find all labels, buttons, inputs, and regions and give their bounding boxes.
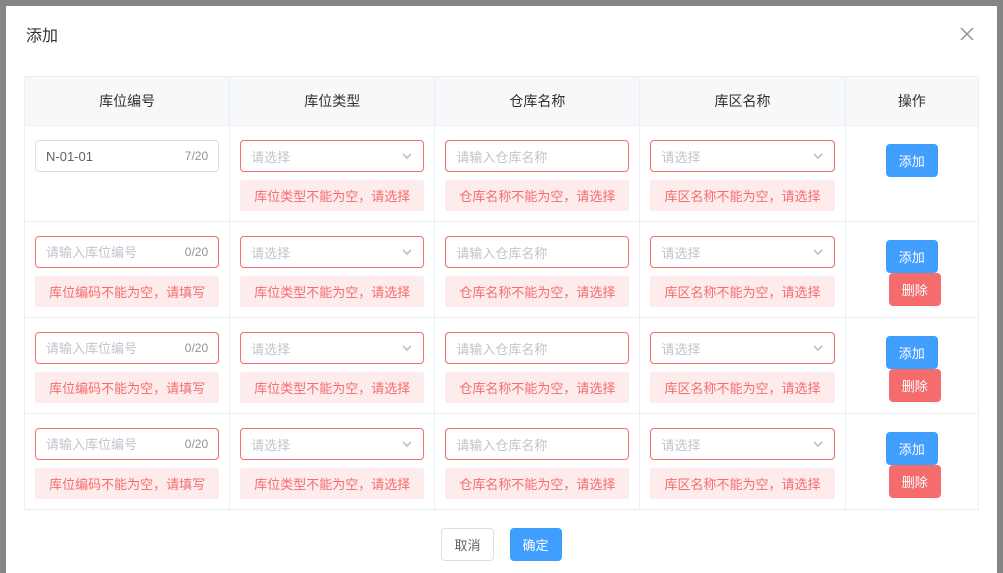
wh-placeholder: 请输入仓库名称	[456, 339, 618, 358]
locations-table: 库位编号 库位类型 仓库名称 库区名称 操作 7/20	[24, 76, 979, 510]
modal-footer: 取消 确定	[24, 510, 979, 561]
wh-error: 仓库名称不能为空，请选择	[445, 468, 629, 499]
code-input-wrapper[interactable]: 0/20	[35, 428, 219, 460]
code-input[interactable]	[46, 149, 181, 164]
add-row-button[interactable]: 添加	[886, 144, 938, 177]
th-code: 库位编号	[25, 77, 230, 126]
select-placeholder: 请选择	[251, 147, 401, 166]
warehouse-input[interactable]: 请输入仓库名称	[445, 140, 629, 172]
wh-error: 仓库名称不能为空，请选择	[445, 372, 629, 403]
th-type: 库位类型	[230, 77, 435, 126]
add-row-button[interactable]: 添加	[886, 240, 938, 273]
code-error: 库位编码不能为空，请填写	[35, 276, 219, 307]
chevron-down-icon	[401, 342, 413, 354]
table-row: 0/20 库位编码不能为空，请填写 请选择 库位类型不能为空，请选择 请输	[25, 414, 979, 510]
wh-placeholder: 请输入仓库名称	[456, 243, 618, 262]
select-placeholder: 请选择	[251, 243, 401, 262]
close-button[interactable]	[957, 24, 977, 44]
modal-header: 添加	[6, 6, 997, 58]
wh-placeholder: 请输入仓库名称	[456, 147, 618, 166]
code-input-wrapper[interactable]: 0/20	[35, 332, 219, 364]
select-placeholder: 请选择	[251, 339, 401, 358]
wh-error: 仓库名称不能为空，请选择	[445, 276, 629, 307]
type-error: 库位类型不能为空，请选择	[240, 468, 424, 499]
select-placeholder: 请选择	[661, 339, 811, 358]
type-error: 库位类型不能为空，请选择	[240, 180, 424, 211]
type-select[interactable]: 请选择	[240, 140, 424, 172]
chevron-down-icon	[401, 150, 413, 162]
code-input[interactable]	[46, 245, 181, 260]
wh-error: 仓库名称不能为空，请选择	[445, 180, 629, 211]
chevron-down-icon	[812, 150, 824, 162]
select-placeholder: 请选择	[251, 435, 401, 454]
chevron-down-icon	[812, 438, 824, 450]
type-error: 库位类型不能为空，请选择	[240, 372, 424, 403]
th-wh: 仓库名称	[435, 77, 640, 126]
select-placeholder: 请选择	[661, 243, 811, 262]
close-icon	[960, 27, 974, 41]
area-select[interactable]: 请选择	[650, 428, 834, 460]
warehouse-input[interactable]: 请输入仓库名称	[445, 236, 629, 268]
area-error: 库区名称不能为空，请选择	[650, 372, 834, 403]
wh-placeholder: 请输入仓库名称	[456, 435, 618, 454]
area-select[interactable]: 请选择	[650, 140, 834, 172]
add-row-button[interactable]: 添加	[886, 432, 938, 465]
area-error: 库区名称不能为空，请选择	[650, 468, 834, 499]
table-row: 0/20 库位编码不能为空，请填写 请选择 库位类型不能为空，请选择 请输	[25, 222, 979, 318]
code-input-wrapper[interactable]: 7/20	[35, 140, 219, 172]
ok-button[interactable]: 确定	[510, 528, 562, 561]
code-error: 库位编码不能为空，请填写	[35, 372, 219, 403]
select-placeholder: 请选择	[661, 147, 811, 166]
area-select[interactable]: 请选择	[650, 236, 834, 268]
code-input[interactable]	[46, 437, 181, 452]
code-input-wrapper[interactable]: 0/20	[35, 236, 219, 268]
chevron-down-icon	[812, 246, 824, 258]
type-error: 库位类型不能为空，请选择	[240, 276, 424, 307]
add-row-button[interactable]: 添加	[886, 336, 938, 369]
chevron-down-icon	[401, 246, 413, 258]
delete-row-button[interactable]: 删除	[889, 465, 941, 498]
code-counter: 0/20	[185, 437, 208, 451]
code-counter: 0/20	[185, 341, 208, 355]
area-error: 库区名称不能为空，请选择	[650, 180, 834, 211]
chevron-down-icon	[401, 438, 413, 450]
table-row: 0/20 库位编码不能为空，请填写 请选择 库位类型不能为空，请选择 请输	[25, 318, 979, 414]
code-error: 库位编码不能为空，请填写	[35, 468, 219, 499]
type-select[interactable]: 请选择	[240, 428, 424, 460]
delete-row-button[interactable]: 删除	[889, 273, 941, 306]
cancel-button[interactable]: 取消	[441, 528, 493, 561]
type-select[interactable]: 请选择	[240, 236, 424, 268]
th-action: 操作	[845, 77, 978, 126]
area-select[interactable]: 请选择	[650, 332, 834, 364]
code-counter: 7/20	[185, 149, 208, 163]
modal-title: 添加	[26, 22, 58, 46]
table-row: 7/20 请选择 库位类型不能为空，请选择 请输入仓库名称	[25, 126, 979, 222]
modal-add-location: 添加 库位编号 库位类型 仓库名称 库区名称 操作	[6, 6, 997, 573]
warehouse-input[interactable]: 请输入仓库名称	[445, 332, 629, 364]
type-select[interactable]: 请选择	[240, 332, 424, 364]
modal-body: 库位编号 库位类型 仓库名称 库区名称 操作 7/20	[6, 58, 997, 561]
area-error: 库区名称不能为空，请选择	[650, 276, 834, 307]
code-input[interactable]	[46, 341, 181, 356]
th-area: 库区名称	[640, 77, 845, 126]
code-counter: 0/20	[185, 245, 208, 259]
table-header-row: 库位编号 库位类型 仓库名称 库区名称 操作	[25, 77, 979, 126]
chevron-down-icon	[812, 342, 824, 354]
delete-row-button[interactable]: 删除	[889, 369, 941, 402]
select-placeholder: 请选择	[661, 435, 811, 454]
warehouse-input[interactable]: 请输入仓库名称	[445, 428, 629, 460]
